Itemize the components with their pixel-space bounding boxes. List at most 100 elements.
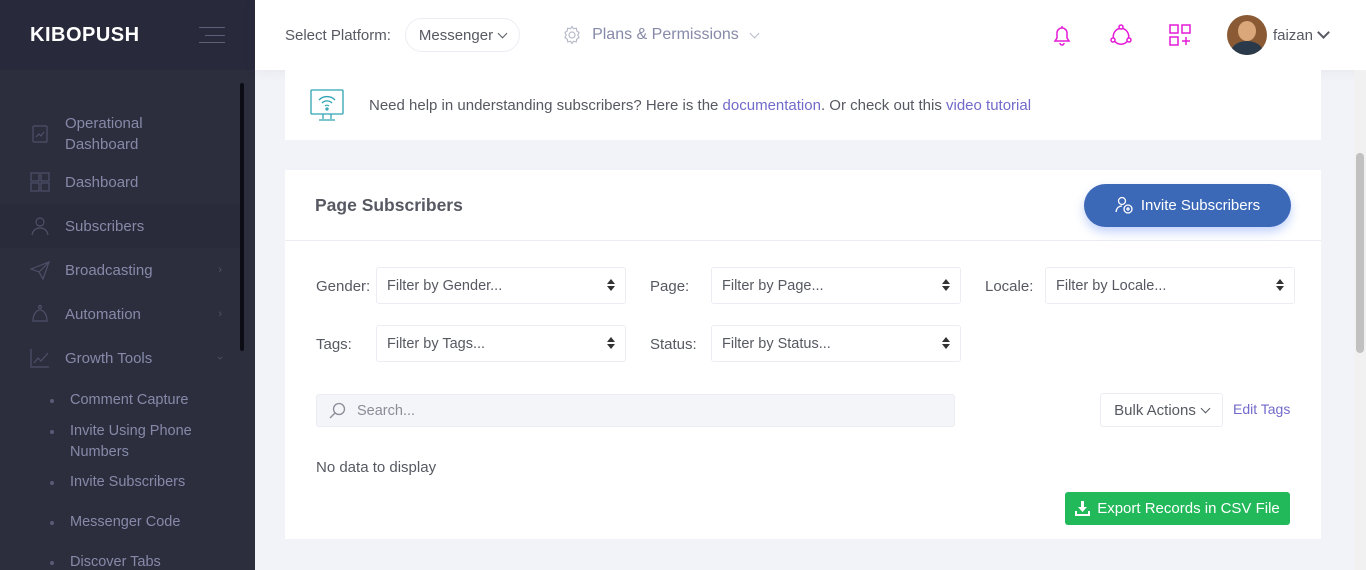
export-button-label: Export Records in CSV File bbox=[1097, 500, 1280, 517]
sidebar-subitem-label: Discover Tabs bbox=[70, 554, 161, 570]
sidebar-subitem-comment-capture[interactable]: Comment Capture bbox=[0, 390, 240, 421]
tags-filter-value: Filter by Tags... bbox=[387, 335, 486, 352]
page-label: Page: bbox=[650, 278, 690, 295]
sidebar-item-label: Broadcasting bbox=[65, 261, 153, 279]
select-arrows-icon bbox=[1276, 279, 1284, 291]
invite-button-label: Invite Subscribers bbox=[1140, 196, 1261, 214]
sidebar-subitem-invite-phone[interactable]: Invite Using Phone Numbers bbox=[0, 421, 240, 472]
platform-select[interactable]: Messenger bbox=[404, 18, 521, 52]
documentation-link[interactable]: documentation bbox=[723, 97, 821, 114]
page-scrollbar-thumb[interactable] bbox=[1356, 153, 1364, 353]
sidebar-subitem-invite-subscribers[interactable]: Invite Subscribers bbox=[0, 472, 240, 512]
plans-permissions-menu[interactable]: Plans & Permissions bbox=[562, 25, 760, 45]
bullet-icon bbox=[50, 561, 54, 565]
grid-icon bbox=[30, 172, 50, 192]
apps-icon[interactable] bbox=[1168, 23, 1192, 47]
export-csv-button[interactable]: Export Records in CSV File bbox=[1065, 492, 1290, 525]
search-box bbox=[316, 394, 955, 427]
sidebar-item-subscribers[interactable]: Subscribers bbox=[0, 204, 240, 248]
monitor-wifi-icon bbox=[310, 89, 344, 121]
status-filter-value: Filter by Status... bbox=[722, 335, 831, 352]
gender-filter-value: Filter by Gender... bbox=[387, 277, 503, 294]
page-filter-select[interactable]: Filter by Page... bbox=[711, 267, 961, 304]
sidebar-item-label: Subscribers bbox=[65, 217, 145, 235]
sidebar-subitem-discover-tabs[interactable]: Discover Tabs bbox=[0, 552, 240, 570]
bulk-actions-label: Bulk Actions bbox=[1114, 401, 1196, 419]
sidebar-subitem-label: Messenger Code bbox=[70, 514, 181, 530]
bell-icon[interactable] bbox=[1050, 23, 1074, 47]
chevron-down-icon bbox=[497, 28, 508, 38]
brand-bar: KIBOPUSH bbox=[0, 0, 255, 70]
page-title: Page Subscribers bbox=[315, 194, 463, 215]
platform-label: Select Platform: bbox=[285, 26, 391, 44]
locale-filter-select[interactable]: Filter by Locale... bbox=[1045, 267, 1295, 304]
bullet-icon bbox=[50, 399, 54, 403]
sidebar-item-operational-dashboard[interactable]: Operational Dashboard bbox=[0, 108, 240, 160]
chevron-right-icon: › bbox=[218, 264, 222, 276]
search-icon bbox=[329, 402, 346, 418]
avatar[interactable] bbox=[1226, 15, 1267, 55]
top-header: Select Platform: Messenger Plans & Permi… bbox=[255, 0, 1366, 70]
select-arrows-icon bbox=[942, 279, 950, 291]
help-banner: Need help in understanding subscribers? … bbox=[285, 70, 1321, 140]
send-icon bbox=[30, 260, 50, 280]
tags-filter-select[interactable]: Filter by Tags... bbox=[376, 325, 626, 362]
chevron-down-icon bbox=[749, 28, 760, 38]
share-icon[interactable] bbox=[1109, 23, 1133, 47]
sidebar-item-growth-tools[interactable]: Growth Tools › bbox=[0, 336, 240, 380]
bullet-icon bbox=[50, 521, 54, 525]
gender-label: Gender: bbox=[316, 278, 371, 295]
plans-label: Plans & Permissions bbox=[592, 26, 739, 43]
bullet-icon bbox=[50, 430, 54, 434]
sidebar-item-dashboard[interactable]: Dashboard bbox=[0, 160, 240, 204]
menu-toggle-icon[interactable] bbox=[199, 27, 225, 43]
gear-icon bbox=[564, 25, 580, 45]
download-icon bbox=[1075, 501, 1091, 516]
growth-icon bbox=[30, 348, 50, 368]
add-user-icon bbox=[1115, 196, 1133, 214]
select-arrows-icon bbox=[607, 337, 615, 349]
chevron-down-icon: › bbox=[214, 356, 227, 360]
status-filter-select[interactable]: Filter by Status... bbox=[711, 325, 961, 362]
locale-filter-value: Filter by Locale... bbox=[1056, 277, 1167, 294]
robot-icon bbox=[30, 304, 50, 324]
header-icons: faizan bbox=[1050, 0, 1366, 70]
select-arrows-icon bbox=[942, 337, 950, 349]
chart-icon bbox=[30, 124, 50, 144]
sidebar-item-label: Operational Dashboard bbox=[65, 115, 143, 153]
locale-label: Locale: bbox=[985, 278, 1034, 295]
sidebar-item-label: Dashboard bbox=[65, 173, 139, 191]
sidebar-subitem-label: Comment Capture bbox=[70, 392, 189, 408]
subscribers-panel: Page Subscribers Invite Subscribers Gend… bbox=[285, 170, 1321, 539]
username[interactable]: faizan bbox=[1273, 27, 1313, 44]
help-text-middle: . Or check out this bbox=[820, 96, 946, 114]
empty-state-text: No data to display bbox=[316, 459, 437, 476]
select-arrows-icon bbox=[607, 279, 615, 291]
sidebar-subitem-label: Invite Using Phone Numbers bbox=[70, 423, 192, 460]
gender-filter-select[interactable]: Filter by Gender... bbox=[376, 267, 626, 304]
panel-header: Page Subscribers Invite Subscribers bbox=[285, 170, 1321, 241]
sidebar-item-broadcasting[interactable]: Broadcasting › bbox=[0, 248, 240, 292]
status-label: Status: bbox=[650, 336, 697, 353]
sidebar-item-automation[interactable]: Automation › bbox=[0, 292, 240, 336]
edit-tags-link[interactable]: Edit Tags bbox=[1233, 401, 1290, 417]
page-scrollbar[interactable] bbox=[1354, 70, 1366, 570]
video-tutorial-link[interactable]: video tutorial bbox=[946, 97, 1031, 114]
bulk-actions-dropdown[interactable]: Bulk Actions bbox=[1100, 393, 1223, 427]
sidebar-item-label: Automation bbox=[65, 305, 141, 323]
invite-subscribers-button[interactable]: Invite Subscribers bbox=[1084, 183, 1291, 227]
sidebar-scrollbar[interactable] bbox=[240, 83, 244, 351]
brand-logo[interactable]: KIBOPUSH bbox=[30, 24, 140, 47]
sidebar-item-label: Growth Tools bbox=[65, 349, 153, 367]
help-text-before: Need help in understanding subscribers? … bbox=[369, 96, 723, 114]
page-filter-value: Filter by Page... bbox=[722, 277, 824, 294]
platform-value: Messenger bbox=[418, 26, 494, 44]
tags-label: Tags: bbox=[316, 336, 352, 353]
sidebar-subitem-label: Invite Subscribers bbox=[70, 474, 186, 490]
bullet-icon bbox=[50, 481, 54, 485]
chevron-down-icon[interactable] bbox=[1317, 25, 1330, 39]
sidebar: KIBOPUSH Operational Dashboard Dashboard… bbox=[0, 0, 255, 570]
sidebar-subitem-messenger-code[interactable]: Messenger Code bbox=[0, 512, 240, 552]
chevron-right-icon: › bbox=[218, 308, 222, 320]
search-input[interactable] bbox=[357, 402, 917, 419]
